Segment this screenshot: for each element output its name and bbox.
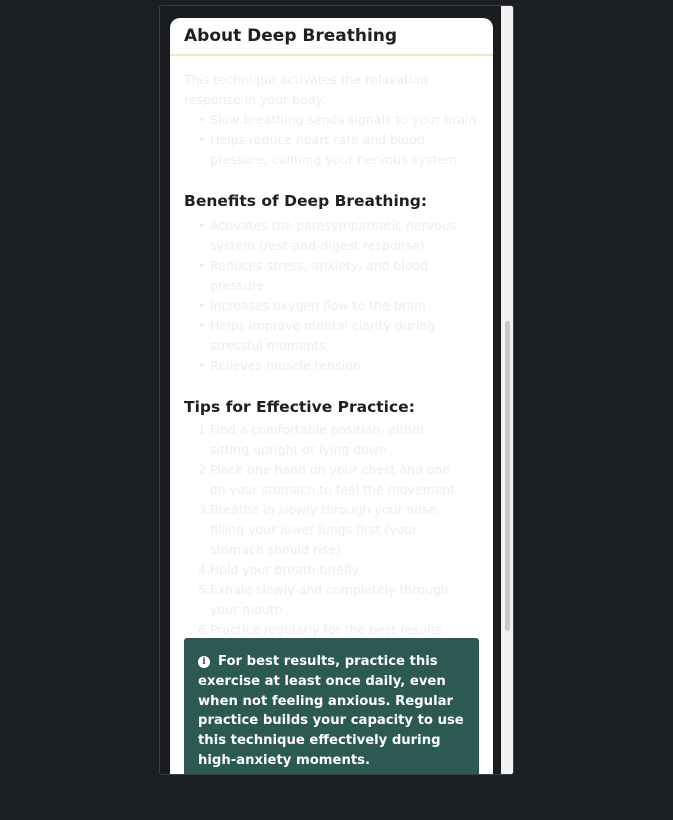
info-icon: i [198,656,210,668]
list-item: filling your lower lungs first (your [210,522,418,537]
app-frame: About Deep Breathing This technique acti… [159,5,514,775]
benefits-list: • Activates the parasympathetic nervous s… [184,216,479,376]
list-item: 2. Place one hand on your chest and one [198,462,451,477]
info-modal: About Deep Breathing This technique acti… [170,18,493,774]
intro-line: This technique activates the relaxation [184,72,429,87]
modal-header: About Deep Breathing [170,18,493,56]
list-item: • Activates the parasympathetic nervous [198,218,457,233]
intro-line: response in your body. [184,92,326,107]
intro-text: This technique activates the relaxation … [184,70,479,110]
tips-title: Tips for Effective Practice: [184,398,415,416]
list-item: • Helps reduce heart rate and blood [198,132,425,147]
tips-list: 1. Find a comfortable position, either si… [184,420,479,640]
modal-content: This technique activates the relaxation … [170,56,493,640]
list-item: • Reduces stress, anxiety, and blood pres… [198,258,429,293]
list-item: your mouth [210,602,283,617]
modal-title: About Deep Breathing [184,26,398,46]
list-item: 3. Breathe in slowly through your nose, [198,502,441,517]
intro-list: • Slow breathing sends signals to your br… [184,110,479,170]
benefits-title: Benefits of Deep Breathing: [184,192,428,210]
list-item: sitting upright or lying down [210,442,387,457]
scrollbar-thumb[interactable] [505,321,510,631]
list-item: • Helps improve mental clarity during [198,318,436,333]
list-item: • Increases oxygen flow to the brain [198,298,426,313]
list-item: 5. Exhale slowly and completely through [198,582,449,597]
list-item: pressure, calming your nervous system [210,152,457,167]
list-item: 1. Find a comfortable position, either [198,422,426,437]
list-item: stomach should rise) [210,542,341,557]
list-item: • Slow breathing sends signals to your br… [198,112,477,127]
list-item: system (rest-and-digest response) [210,238,425,253]
list-item: on your stomach to feel the movement [210,482,456,497]
list-item: • Relieves muscle tension [198,358,361,373]
list-item: 6. Practice regularly for the best result… [198,622,442,637]
scrollbar[interactable] [501,6,513,774]
list-item: stressful moments [210,338,326,353]
notice-text: For best results, practice this exercise… [198,654,464,768]
list-item: 4. Hold your breath briefly [198,562,359,577]
practice-notice: i For best results, practice this exercis… [184,638,479,774]
